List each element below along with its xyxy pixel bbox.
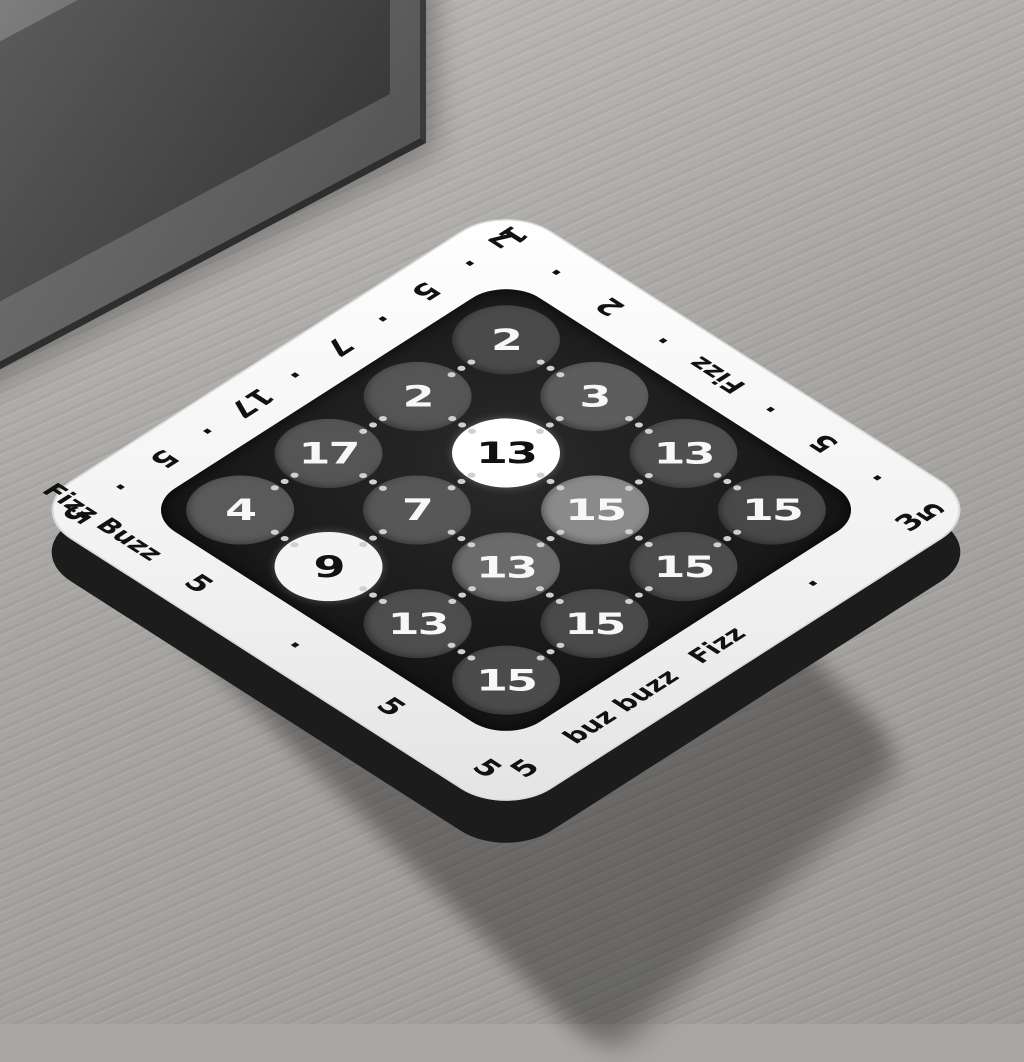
cell-number: 13 [475,549,537,584]
cell-number: 15 [564,492,625,528]
separator-dot [721,478,734,486]
cell-number: 9 [313,549,344,584]
separator-dot [367,591,379,599]
separator-dot [633,478,645,486]
cell-number: 15 [564,606,625,641]
cell-number: 4 [225,492,256,528]
cell-number: 15 [653,549,714,584]
separator-dot [456,591,468,599]
separator-dot [544,421,556,429]
separator-dot [367,421,379,429]
cell-number: 13 [475,435,537,471]
separator-dot [278,478,291,486]
separator-dot [544,591,556,599]
cell-number: 7 [402,492,433,528]
cell-number: 3 [579,379,610,414]
scene: 2 3 13 15 2 13 15 15 17 7 13 15 4 9 13 15 5 · 5 · Fizz · 2 · 7 3… [0,0,1024,1062]
separator-dot [544,364,556,372]
separator-dot [278,534,291,542]
cell-number: 13 [387,606,448,641]
separator-dot [367,478,379,486]
separator-dot [544,648,556,656]
separator-dot [367,534,379,542]
cell-number: 15 [475,662,537,698]
separator-dot [633,534,645,542]
separator-dot [456,421,468,429]
separator-dot [456,648,468,656]
cell-number: 17 [298,435,359,471]
cell-number: 15 [741,492,802,528]
cell-number: 2 [490,322,522,358]
separator-dot [456,478,468,486]
separator-dot [633,591,645,599]
separator-dot [456,364,468,372]
separator-dot [633,421,645,429]
separator-dot [721,534,734,542]
cell-number: 13 [653,435,714,471]
separator-dot [456,534,468,542]
separator-dot [544,534,556,542]
separator-dot [544,478,556,486]
cell-number: 2 [402,379,433,414]
